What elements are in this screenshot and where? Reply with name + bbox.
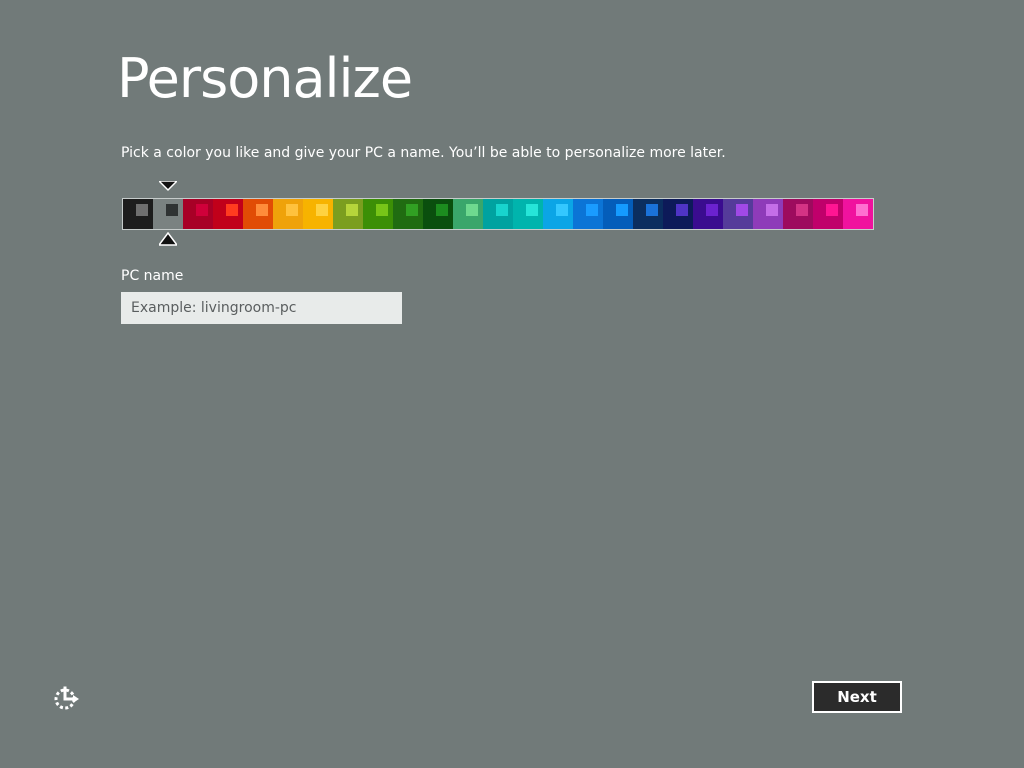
- color-swatch[interactable]: [393, 199, 423, 229]
- color-swatch[interactable]: [663, 199, 693, 229]
- color-swatch-accent: [736, 204, 748, 216]
- color-swatch[interactable]: [693, 199, 723, 229]
- color-swatch-accent: [196, 204, 208, 216]
- color-swatch-accent: [376, 204, 388, 216]
- color-swatch[interactable]: [303, 199, 333, 229]
- color-swatch-accent: [136, 204, 148, 216]
- color-swatch-accent: [496, 204, 508, 216]
- selected-color-indicator-bottom-icon: [159, 232, 177, 246]
- color-swatch-accent: [316, 204, 328, 216]
- selected-color-indicator-top-icon: [159, 181, 177, 192]
- color-swatch[interactable]: [513, 199, 543, 229]
- color-swatch-accent: [556, 204, 568, 216]
- color-swatch[interactable]: [603, 199, 633, 229]
- pc-name-input[interactable]: [121, 292, 402, 324]
- color-swatch-accent: [616, 204, 628, 216]
- color-swatch[interactable]: [333, 199, 363, 229]
- color-swatch[interactable]: [213, 199, 243, 229]
- color-swatch-accent: [526, 204, 538, 216]
- color-swatch-accent: [286, 204, 298, 216]
- color-swatch-accent: [766, 204, 778, 216]
- page-subtitle: Pick a color you like and give your PC a…: [121, 145, 726, 161]
- page-title: Personalize: [117, 47, 413, 110]
- color-swatch-accent: [796, 204, 808, 216]
- color-swatch-accent: [406, 204, 418, 216]
- color-swatch-accent: [256, 204, 268, 216]
- color-swatch-accent: [346, 204, 358, 216]
- color-swatch[interactable]: [153, 199, 183, 229]
- color-swatch[interactable]: [123, 199, 153, 229]
- color-swatch-accent: [586, 204, 598, 216]
- color-swatch-accent: [706, 204, 718, 216]
- color-swatch[interactable]: [573, 199, 603, 229]
- color-swatch[interactable]: [723, 199, 753, 229]
- color-swatch-accent: [676, 204, 688, 216]
- color-swatch-accent: [226, 204, 238, 216]
- color-swatch[interactable]: [363, 199, 393, 229]
- color-swatch[interactable]: [273, 199, 303, 229]
- color-swatch-accent: [436, 204, 448, 216]
- color-swatch[interactable]: [813, 199, 843, 229]
- color-swatch[interactable]: [483, 199, 513, 229]
- color-swatch[interactable]: [453, 199, 483, 229]
- color-swatch-accent: [856, 204, 868, 216]
- pc-name-label: PC name: [121, 268, 184, 284]
- ease-of-access-icon[interactable]: [52, 684, 80, 712]
- color-swatch[interactable]: [633, 199, 663, 229]
- color-swatch-accent: [826, 204, 838, 216]
- color-swatch-accent: [466, 204, 478, 216]
- color-swatch-accent: [646, 204, 658, 216]
- color-swatch-accent: [166, 204, 178, 216]
- personalize-page: Personalize Pick a color you like and gi…: [0, 0, 1024, 768]
- next-button[interactable]: Next: [812, 681, 902, 713]
- color-swatch[interactable]: [753, 199, 783, 229]
- color-swatch[interactable]: [243, 199, 273, 229]
- color-swatch[interactable]: [423, 199, 453, 229]
- color-swatch[interactable]: [543, 199, 573, 229]
- color-swatch[interactable]: [843, 199, 873, 229]
- color-swatch[interactable]: [783, 199, 813, 229]
- color-picker[interactable]: [122, 198, 874, 230]
- color-swatch[interactable]: [183, 199, 213, 229]
